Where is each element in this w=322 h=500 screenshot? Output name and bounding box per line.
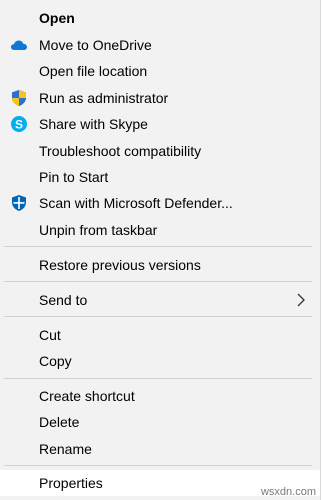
menu-separator	[4, 465, 312, 466]
menu-item-label: Create shortcut	[39, 388, 135, 404]
menu-item-open-file-location[interactable]: Open file location	[0, 58, 320, 84]
menu-item-pin-to-start[interactable]: Pin to Start	[0, 164, 320, 190]
menu-item-label: Pin to Start	[39, 169, 109, 185]
menu-item-label: Copy	[39, 353, 72, 369]
menu-item-label: Open file location	[39, 63, 148, 79]
defender-shield-icon	[10, 194, 28, 212]
menu-item-label: Restore previous versions	[39, 257, 201, 273]
menu-item-cut[interactable]: Cut	[0, 322, 320, 348]
skype-icon: S	[10, 115, 28, 133]
menu-item-scan-with-defender[interactable]: Scan with Microsoft Defender...	[0, 190, 320, 216]
menu-separator	[4, 281, 312, 282]
menu-item-label: Troubleshoot compatibility	[39, 143, 202, 159]
menu-item-send-to[interactable]: Send to	[0, 287, 320, 313]
menu-item-share-with-skype[interactable]: S Share with Skype	[0, 111, 320, 137]
menu-item-troubleshoot-compatibility[interactable]: Troubleshoot compatibility	[0, 138, 320, 164]
menu-item-label: Share with Skype	[39, 116, 148, 132]
menu-item-label: Move to OneDrive	[39, 37, 152, 53]
menu-item-label: Rename	[39, 441, 92, 457]
menu-item-label: Unpin from taskbar	[39, 222, 158, 238]
menu-item-rename[interactable]: Rename	[0, 436, 320, 462]
menu-separator	[4, 316, 312, 317]
menu-item-create-shortcut[interactable]: Create shortcut	[0, 383, 320, 409]
menu-item-label: Open	[39, 10, 75, 26]
menu-item-unpin-from-taskbar[interactable]: Unpin from taskbar	[0, 217, 320, 243]
menu-item-label: Scan with Microsoft Defender...	[39, 195, 233, 211]
menu-item-open[interactable]: Open	[0, 5, 320, 31]
menu-item-label: Delete	[39, 414, 80, 430]
menu-item-run-as-administrator[interactable]: Run as administrator	[0, 85, 320, 111]
uac-shield-icon	[10, 89, 28, 107]
chevron-right-icon	[294, 293, 308, 307]
menu-item-label: Properties	[39, 475, 103, 491]
context-menu: Open Move to OneDrive Open file location…	[0, 0, 321, 500]
menu-separator	[4, 378, 312, 379]
menu-separator	[4, 246, 312, 247]
menu-item-label: Cut	[39, 327, 61, 343]
watermark: wsxdn.com	[260, 486, 316, 498]
menu-item-move-to-onedrive[interactable]: Move to OneDrive	[0, 32, 320, 58]
menu-item-label: Run as administrator	[39, 90, 169, 106]
menu-item-label: Send to	[39, 292, 88, 308]
onedrive-cloud-icon	[10, 36, 28, 54]
svg-text:S: S	[15, 117, 23, 131]
menu-item-delete[interactable]: Delete	[0, 409, 320, 435]
menu-item-copy[interactable]: Copy	[0, 348, 320, 374]
menu-item-restore-previous-versions[interactable]: Restore previous versions	[0, 252, 320, 278]
